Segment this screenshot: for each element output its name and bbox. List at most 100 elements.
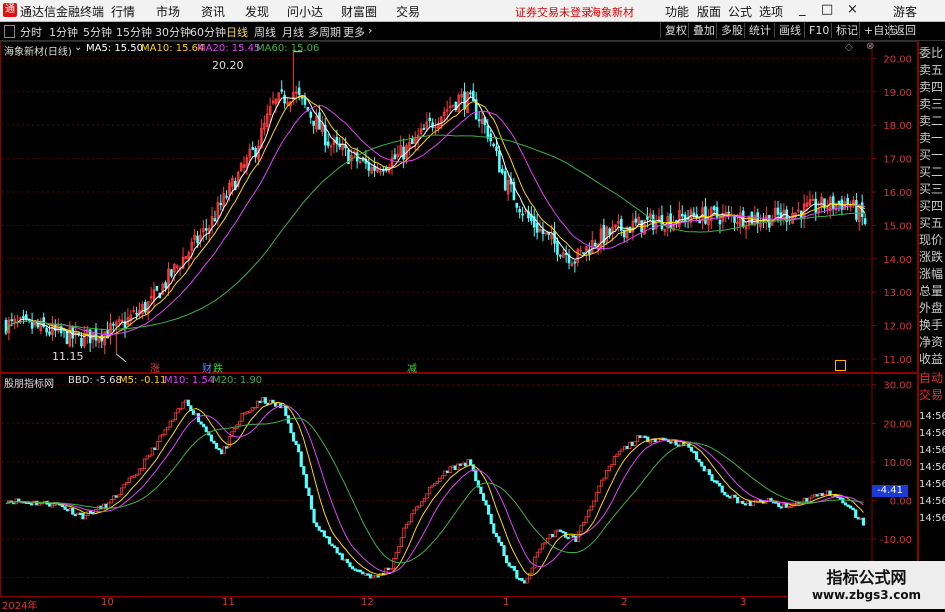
- ma5-legend: MA5: 15.50: [86, 43, 144, 54]
- tab-period-1[interactable]: 1分钟: [49, 24, 78, 40]
- indicator-chart[interactable]: 30.0020.0010.000.00-10.00-20.00: [0, 373, 918, 597]
- bbd-bar: [535, 551, 540, 558]
- login-notice[interactable]: 证券交易未登录: [515, 4, 592, 20]
- tab-period-5[interactable]: 60分钟: [190, 24, 226, 40]
- sidebar-item: 委比: [919, 46, 944, 60]
- quote-sidebar: 委比 卖五 卖四 卖三 卖二 卖一 买一 买二 买三 买四 买五 现价 涨跌 涨…: [918, 41, 945, 609]
- minimize-button[interactable]: _: [799, 2, 806, 17]
- close-button[interactable]: ×: [847, 2, 858, 17]
- bbd-bar: [453, 465, 457, 471]
- bbd-bar: [540, 543, 545, 550]
- x-label: 11: [222, 597, 235, 608]
- menu-trade[interactable]: 交易: [396, 3, 420, 20]
- sidebar-item: 买四: [919, 199, 944, 213]
- bbd-bar: [633, 441, 637, 446]
- bbd-bar: [220, 449, 224, 455]
- menu-layout[interactable]: 版面: [697, 3, 721, 20]
- m5-legend: M5: -0.11: [119, 375, 167, 386]
- bbd-bar: [587, 509, 591, 518]
- tab-period-9[interactable]: 多周期: [308, 24, 341, 40]
- bbd-bar: [558, 529, 563, 532]
- overlay-button[interactable]: 叠加: [688, 23, 719, 38]
- menu-wealth[interactable]: 财富圈: [341, 3, 377, 20]
- bbd-bar: [407, 521, 411, 525]
- sidebar-toggle-icon[interactable]: [4, 25, 15, 38]
- bbd-bar: [109, 499, 113, 504]
- bbd-bar: [723, 491, 727, 496]
- bbd-bar: [494, 532, 498, 538]
- time-label: 14:56: [919, 445, 945, 456]
- bbd-bar: [422, 497, 427, 503]
- sidebar-item-trade[interactable]: 交易: [919, 387, 945, 404]
- ma20-legend: MA20: 15.45: [197, 43, 261, 54]
- bbd-bar: [861, 517, 866, 526]
- candle-body: [715, 207, 719, 218]
- bbd-bar: [425, 493, 429, 499]
- candle-body: [846, 197, 849, 204]
- bbd-bar: [784, 503, 789, 508]
- event-marker-icon[interactable]: [835, 360, 846, 371]
- candle-body: [402, 146, 405, 160]
- mark-button[interactable]: 标记: [831, 23, 862, 38]
- bbd-bar: [330, 543, 334, 547]
- kline-chart[interactable]: 20.00 19.00 18.00 17.00 16.00 15.00 14.00 13.00…: [0, 41, 918, 373]
- restore-rights-button[interactable]: 复权: [660, 23, 691, 38]
- menu-options[interactable]: 选项: [759, 3, 783, 20]
- bbd-bar: [746, 500, 750, 505]
- bbd-bar: [648, 441, 652, 444]
- maximize-button[interactable]: □: [821, 2, 833, 17]
- sidebar-item: 卖二: [919, 114, 944, 128]
- time-label: 14:56: [919, 513, 945, 524]
- tab-period-0[interactable]: 分时: [20, 24, 42, 40]
- bbd-bar: [751, 500, 755, 507]
- menu-quotes[interactable]: 行情: [111, 3, 135, 20]
- bbd-bar: [725, 494, 729, 497]
- bbd-bar: [66, 508, 70, 512]
- f10-button[interactable]: F10: [804, 23, 833, 38]
- tab-period-2[interactable]: 5分钟: [83, 24, 112, 40]
- bbd-bar: [363, 573, 368, 576]
- tab-period-7[interactable]: 周线: [254, 24, 276, 40]
- menu-function[interactable]: 功能: [665, 3, 689, 20]
- bbd-bar: [859, 517, 863, 521]
- bbd-bar: [135, 473, 139, 477]
- bbd-bar: [512, 565, 516, 571]
- bbd-bar: [689, 446, 694, 452]
- back-button[interactable]: 返回: [889, 23, 920, 38]
- panel-close-icon[interactable]: ⊗: [866, 41, 874, 52]
- tab-period-4[interactable]: 30分钟: [155, 24, 191, 40]
- bbd-bar: [384, 567, 388, 574]
- tab-period-6[interactable]: 日线: [226, 24, 248, 40]
- bbd-bar: [89, 510, 93, 514]
- menu-market[interactable]: 市场: [156, 3, 180, 20]
- y-tick-label: 14.00: [883, 255, 912, 266]
- tab-period-3[interactable]: 15分钟: [116, 24, 152, 40]
- bbd-bar: [807, 497, 812, 502]
- bbd-bar: [451, 465, 455, 468]
- menu-formula[interactable]: 公式: [728, 3, 752, 20]
- candle-body: [428, 117, 432, 122]
- guest-label[interactable]: 游客: [893, 3, 917, 20]
- tab-period-8[interactable]: 月线: [282, 24, 304, 40]
- menu-ask[interactable]: 问小达: [287, 3, 323, 20]
- menu-discover[interactable]: 发现: [245, 3, 269, 20]
- bbd-bar: [592, 500, 596, 507]
- bbd-bar: [705, 469, 709, 472]
- multi-stock-button[interactable]: 多股: [716, 23, 747, 38]
- bbd-bar: [76, 512, 80, 515]
- y-tick-label: 11.00: [883, 355, 912, 366]
- bbd-bar: [669, 441, 673, 444]
- draw-line-button[interactable]: 画线: [774, 23, 805, 38]
- menu-news[interactable]: 资讯: [201, 3, 225, 20]
- bbd-bar: [232, 427, 237, 433]
- sidebar-item-auto[interactable]: 自动: [919, 370, 945, 387]
- bbd-bar: [71, 507, 75, 515]
- more-chevron-icon[interactable]: ›: [368, 24, 372, 37]
- stats-button[interactable]: 统计: [744, 23, 775, 38]
- legend-toggle-icon[interactable]: ⌄: [74, 42, 82, 53]
- bbd-bar: [240, 412, 244, 422]
- tab-period-10[interactable]: 更多: [343, 24, 365, 40]
- bbd-bar: [553, 530, 557, 538]
- bbd-bar: [199, 421, 203, 425]
- panel-settings-icon[interactable]: ◇: [845, 42, 853, 53]
